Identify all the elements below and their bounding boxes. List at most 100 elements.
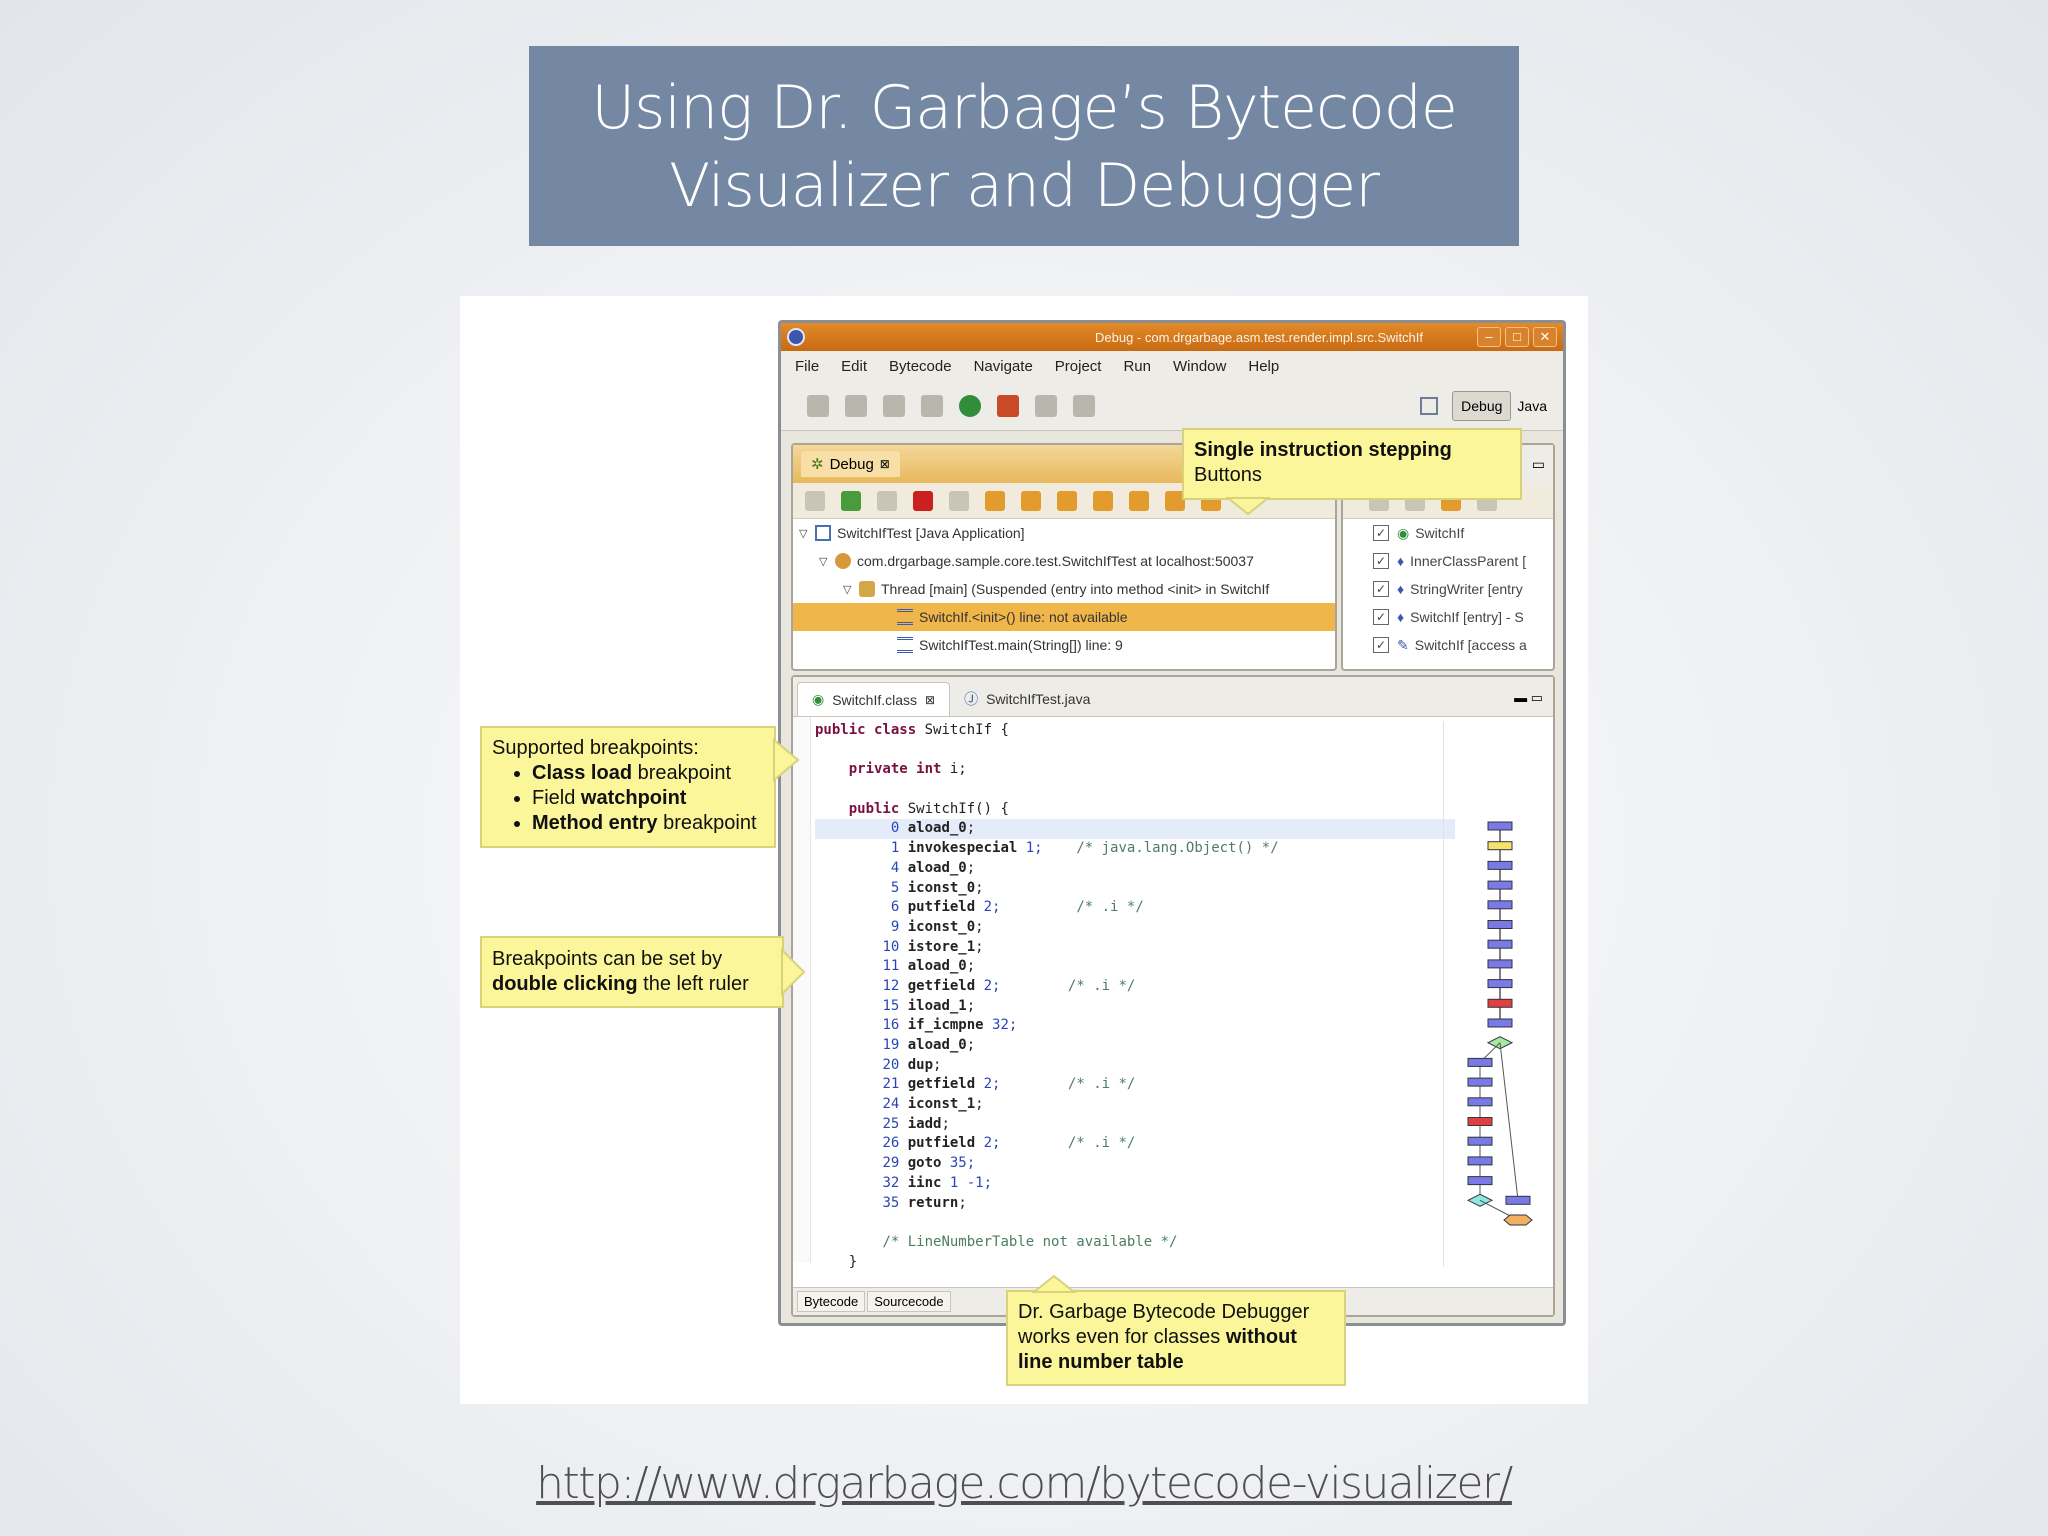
expand-triangle-icon[interactable]: ▽ [843,583,859,596]
cfg-node [1487,920,1513,929]
debug-run-icon[interactable] [921,394,943,417]
code-line: 0 aload_0; [815,819,1455,840]
tree-row[interactable]: ▽ com.drgarbage.sample.core.test.SwitchI… [793,547,1335,575]
checkbox-checked[interactable]: ✓ [1373,637,1389,653]
expand-triangle-icon[interactable]: ▽ [819,555,835,568]
callout-linenum-line2a: works even for classes [1018,1326,1226,1348]
menu-navigate[interactable]: Navigate [974,358,1033,375]
breakpoint-row[interactable]: ✓ ♦ SwitchIf [entry] - S [1343,603,1553,631]
opcode: aload_0 [907,958,967,975]
maximize-button[interactable]: □ [1505,327,1529,347]
menu-help[interactable]: Help [1248,358,1279,375]
bytecode-offset: 16 [882,1017,908,1034]
breakpoint-row[interactable]: ✓ ♦ StringWriter [entry [1343,575,1553,603]
opcode: invokespecial [907,840,1018,857]
code-line: 35 return; [815,1194,1455,1214]
new-icon[interactable] [807,394,829,417]
debug-perspective-button[interactable]: Debug [1452,390,1512,421]
back-icon[interactable] [1073,394,1095,417]
opcode: aload_0 [907,859,967,876]
java-perspective-button[interactable]: Java [1511,398,1553,414]
breakpoint-row[interactable]: ✓ ♦ InnerClassParent [ [1343,547,1553,575]
opcode: iconst_0 [907,879,976,896]
thread-icon [859,581,875,597]
open-perspective-icon[interactable] [1420,396,1439,415]
step-return-icon[interactable] [1057,490,1077,511]
operand: ; [966,958,976,975]
checkbox-checked[interactable]: ✓ [1373,553,1389,569]
close-tab-icon[interactable]: ⊠ [880,457,890,471]
save-icon[interactable] [845,394,867,417]
menu-bytecode[interactable]: Bytecode [889,358,952,375]
tree-row[interactable]: ▽ Thread [main] (Suspended (entry into m… [793,575,1335,603]
maximize-view-icon[interactable]: ▭ [1532,456,1545,473]
breakpoint-label: SwitchIf [entry] - S [1410,609,1524,625]
print-icon[interactable] [883,394,905,417]
cfg-node [1467,1176,1493,1186]
method-entry-icon: ♦ [1397,609,1405,625]
operand: ; [958,1194,967,1211]
step-into-icon[interactable] [985,490,1005,511]
bytecode-offset: 1 [882,840,908,857]
minimize-button[interactable]: – [1477,327,1501,347]
step-over-icon[interactable] [1021,490,1041,511]
tree-row[interactable]: SwitchIfTest.main(String[]) line: 9 [793,631,1335,659]
close-tab-icon[interactable]: ⊠ [925,693,935,707]
external-tools-icon[interactable] [997,394,1019,417]
tree-row[interactable]: ▽ SwitchIfTest [Java Application] [793,519,1335,547]
remove-launches-icon[interactable] [805,490,825,511]
bytecode-offset: 9 [882,918,908,935]
operand: ; [933,1056,942,1073]
instruction-step-into-icon[interactable] [1129,490,1149,511]
breakpoint-row[interactable]: ✓ ◉ SwitchIf [1343,519,1553,547]
drop-to-frame-icon[interactable] [1093,490,1113,511]
disconnect-icon[interactable] [949,490,969,511]
close-button[interactable]: ✕ [1533,327,1557,347]
debug-tab[interactable]: ✲ Debug ⊠ [801,451,900,477]
run-icon[interactable] [959,394,981,417]
suspend-icon[interactable] [877,490,897,511]
menu-file[interactable]: File [795,358,819,375]
checkbox-checked[interactable]: ✓ [1373,609,1389,625]
menu-edit[interactable]: Edit [841,358,867,375]
cfg-node [1467,1136,1493,1146]
opcode: dup [907,1056,934,1073]
cfg-node [1487,880,1513,890]
terminate-icon[interactable] [913,490,933,511]
code-line: 10 istore_1; [815,938,1455,958]
cfg-edge [1499,1042,1519,1201]
next-annotation-icon[interactable] [1035,394,1057,417]
tab-bytecode[interactable]: Bytecode [797,1291,866,1312]
menu-project[interactable]: Project [1055,358,1102,375]
tab-sourcecode[interactable]: Sourcecode [867,1291,951,1312]
operand: i; [941,761,967,778]
tab-switchiftest-java[interactable]: Ⓙ SwitchIfTest.java [950,682,1104,716]
opcode: getfield [907,1076,976,1093]
tree-label: com.drgarbage.sample.core.test.SwitchIfT… [857,553,1254,569]
menubar: File Edit Bytecode Navigate Project Run … [781,351,1563,381]
checkbox-checked[interactable]: ✓ [1373,581,1389,597]
expand-triangle-icon[interactable]: ▽ [799,527,815,540]
opcode: aload_0 [907,1037,967,1053]
checkbox-checked[interactable]: ✓ [1373,525,1389,541]
minimize-maximize-icon[interactable]: ▬ ▭ [1514,690,1543,706]
breakpoint-row[interactable]: ✓ ✎ SwitchIf [access a [1343,631,1553,659]
list-item-rest: breakpoint [632,762,732,784]
resume-icon[interactable] [841,490,861,511]
bytecode-offset: 12 [882,977,908,994]
reference-link[interactable]: http://www.drgarbage.com/bytecode-visual… [0,1458,2048,1509]
code-line: 6 putfield 2; /* .i */ [815,898,1455,918]
tab-switchif-class[interactable]: ◉ SwitchIf.class ⊠ [797,682,951,716]
callout-stepping-line1: Single instruction stepping [1194,439,1452,461]
menu-window[interactable]: Window [1173,358,1226,375]
bytecode-offset: 6 [882,899,908,916]
comment: /* .i */ [1067,1076,1136,1093]
operand: ; [975,938,984,955]
tree-row-selected[interactable]: SwitchIf.<init>() line: not available [793,603,1335,631]
java-app-icon [815,525,831,541]
menu-run[interactable]: Run [1123,358,1151,375]
cfg-node [1487,821,1513,831]
breakpoint-types-list: Class load breakpoint Field watchpoint M… [492,761,764,836]
opcode: aload_0 [907,820,967,837]
opcode: if_icmpne [907,1017,984,1034]
